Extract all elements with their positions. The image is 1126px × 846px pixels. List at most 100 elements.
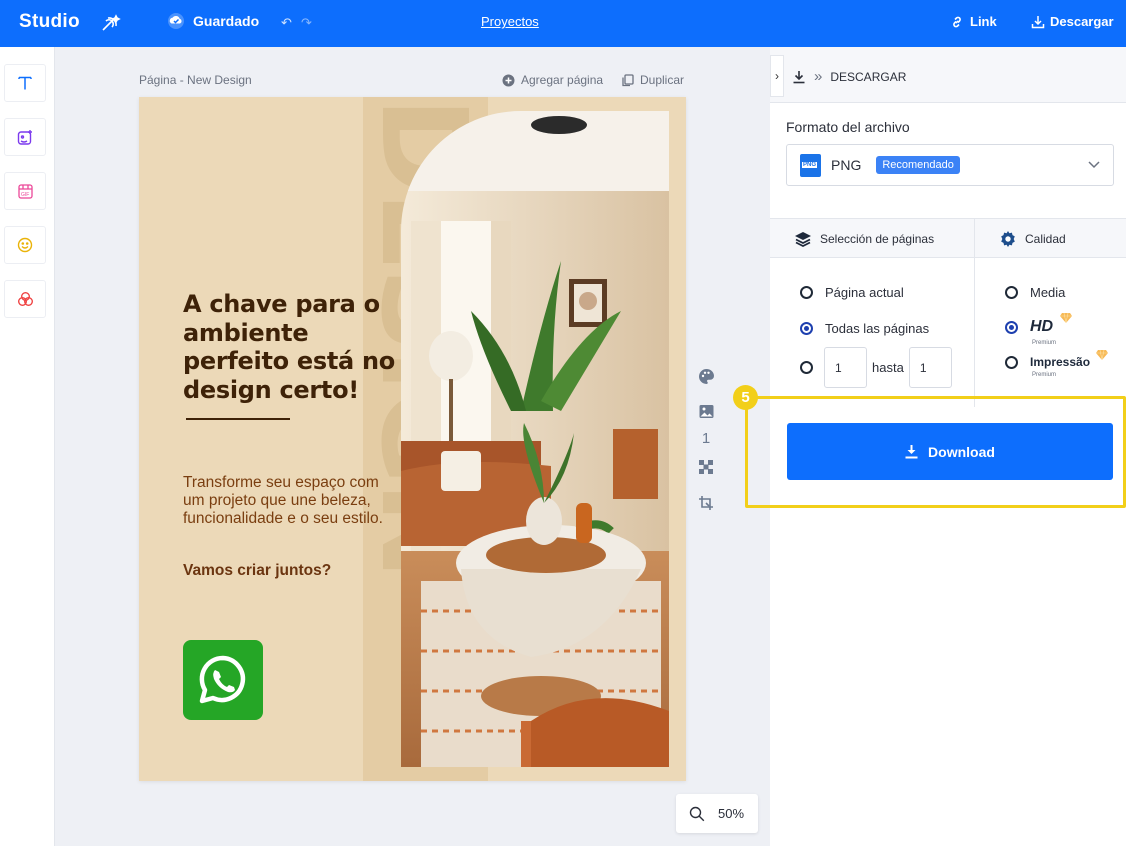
zoom-control[interactable]: 50% (676, 794, 758, 833)
image-icon[interactable] (695, 401, 717, 421)
projects-link[interactable]: Proyectos (481, 14, 539, 29)
download-icon (905, 445, 918, 459)
duplicate-label: Duplicar (640, 73, 685, 87)
radio-quality-media[interactable] (1005, 286, 1018, 299)
download-top-button[interactable]: Descargar (1031, 14, 1114, 29)
magic-wand-icon (102, 14, 121, 31)
plus-circle-icon (502, 74, 515, 86)
panel-title: DESCARGAR (830, 69, 907, 84)
living-room-photo[interactable] (401, 111, 669, 767)
tool-gif[interactable]: GIF (4, 172, 46, 210)
png-file-icon: PNG (800, 153, 821, 177)
download-button-label: Download (928, 443, 995, 460)
hd-label: HD Premium (1030, 313, 1072, 346)
undo-icon[interactable]: ↶ (281, 15, 292, 31)
headline-underline (186, 418, 290, 420)
text-icon (18, 76, 32, 90)
living-room-illustration (401, 111, 669, 767)
layers-icon (795, 231, 811, 247)
radio-page-range[interactable] (800, 361, 813, 374)
design-page[interactable]: DESIGN (139, 97, 686, 781)
tool-emoji[interactable] (4, 226, 46, 264)
duplicate-button[interactable]: Duplicar (622, 73, 684, 87)
tab-quality-label: Calidad (1025, 231, 1066, 246)
design-cta[interactable]: Vamos criar juntos? (183, 562, 331, 580)
chevron-right-icon: › (775, 69, 779, 83)
option-all-pages-label: Todas las páginas (825, 321, 930, 336)
radio-all-pages[interactable] (800, 322, 813, 335)
format-label: Formato del archivo (786, 119, 910, 135)
tab-divider (974, 219, 975, 407)
print-premium-label: Premium (1032, 372, 1057, 378)
add-page-button[interactable]: Agregar página (502, 73, 603, 87)
option-quality-print[interactable]: Impressão Premium (1005, 350, 1108, 378)
gear-icon (1001, 230, 1015, 247)
whatsapp-logo[interactable] (183, 640, 263, 720)
premium-gem-icon (1060, 313, 1072, 323)
panel-header-content: » DESCARGAR (792, 68, 906, 85)
tutorial-step-badge: 5 (733, 385, 758, 410)
tab-page-selection[interactable]: Selección de páginas (794, 219, 934, 258)
design-body-text[interactable]: Transforme seu espaço com um projeto que… (183, 474, 398, 528)
zoom-level: 50% (718, 806, 745, 821)
format-select[interactable]: PNG PNG Recomendado (786, 144, 1114, 186)
option-quality-media[interactable]: Media (1005, 285, 1065, 300)
hd-premium-label: Premium (1032, 340, 1057, 346)
chevron-down-icon (1088, 161, 1100, 169)
image-sparkle-icon (17, 129, 32, 145)
save-status-label: Guardado (193, 13, 260, 29)
download-button[interactable]: Download (787, 423, 1113, 480)
gif-icon: GIF (17, 183, 33, 199)
options-tabs: Selección de páginas Calidad (770, 218, 1126, 407)
option-current-page-label: Página actual (825, 285, 904, 300)
whatsapp-icon (199, 655, 246, 704)
page-number: 1 (701, 429, 711, 447)
radio-current-page[interactable] (800, 286, 813, 299)
crop-icon[interactable] (695, 493, 717, 513)
radio-quality-hd[interactable] (1005, 320, 1018, 334)
link-label: Link (970, 14, 997, 29)
option-page-range[interactable]: 1 hasta 1 (800, 347, 952, 388)
svg-text:GIF: GIF (21, 192, 29, 198)
download-icon (1031, 15, 1045, 28)
option-quality-media-label: Media (1030, 285, 1066, 300)
shapes-icon (17, 291, 33, 306)
headline-text: A chave para o ambiente perfeito está no… (183, 290, 395, 404)
tool-text[interactable] (4, 64, 46, 102)
smiley-icon (17, 237, 33, 253)
tab-page-selection-label: Selección de páginas (820, 231, 935, 246)
page-title: Página - New Design (139, 73, 252, 87)
zoom-search-icon (689, 806, 705, 821)
tool-images[interactable] (4, 118, 46, 156)
option-current-page[interactable]: Página actual (800, 285, 904, 300)
double-chevron-icon: » (814, 68, 823, 85)
design-headline[interactable]: A chave para o ambiente perfeito está no… (183, 290, 413, 433)
hd-text: HD (1030, 318, 1054, 335)
app-logo[interactable]: Studio (19, 11, 80, 33)
option-all-pages[interactable]: Todas las páginas (800, 321, 929, 336)
print-text: Impressão (1030, 355, 1091, 369)
copy-icon (622, 73, 634, 86)
premium-gem-icon (1096, 350, 1108, 360)
collapse-panel-button[interactable]: › (770, 55, 784, 97)
range-to-label: hasta (872, 360, 904, 375)
range-to-input[interactable]: 1 (908, 347, 952, 388)
link-icon (953, 16, 961, 27)
tool-shapes[interactable] (4, 280, 46, 318)
radio-quality-print[interactable] (1005, 356, 1018, 369)
add-page-label: Agregar página (521, 73, 604, 87)
top-bar: Studio Guardado ↶ ↷ Proyectos Link Desca… (0, 0, 1126, 47)
download-icon (793, 70, 805, 83)
link-button[interactable]: Link (950, 14, 997, 29)
option-quality-hd[interactable]: HD Premium (1005, 313, 1072, 346)
palette-icon[interactable] (695, 366, 717, 386)
tab-quality[interactable]: Calidad (999, 219, 1066, 258)
print-label: Impressão Premium (1030, 350, 1108, 378)
save-status: Guardado (167, 12, 259, 30)
recommended-badge: Recomendado (876, 156, 960, 174)
grid-dots-icon[interactable] (695, 457, 717, 477)
redo-icon[interactable]: ↷ (301, 15, 312, 31)
download-top-label: Descargar (1050, 14, 1114, 29)
left-toolbar: GIF (0, 47, 55, 846)
range-from-input[interactable]: 1 (824, 347, 867, 388)
